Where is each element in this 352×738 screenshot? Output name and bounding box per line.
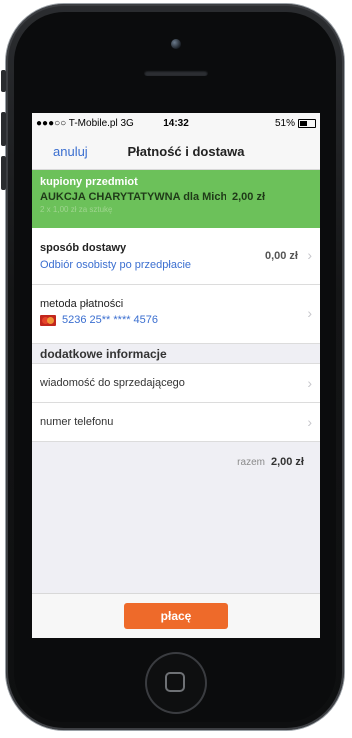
purchased-item-name: AUKCJA CHARYTATYWNA dla Michałk... [40, 191, 226, 203]
earpiece-speaker [144, 70, 208, 76]
message-to-seller-label: wiadomość do sprzedającego [40, 377, 185, 389]
shipping-price: 0,00 zł [264, 250, 298, 262]
front-camera [171, 39, 181, 49]
payment-method-row[interactable]: metoda płatności 5236 25** **** 4576 › [32, 285, 320, 344]
mastercard-icon [40, 314, 56, 326]
chevron-right-icon: › [307, 305, 312, 321]
phone-number-label: numer telefonu [40, 416, 114, 428]
chevron-right-icon: › [307, 375, 312, 391]
volume-down-button [1, 156, 6, 190]
volume-up-button [1, 112, 6, 146]
purchased-quantity-note: 2 x 1,00 zł za sztukę [40, 205, 113, 214]
purchased-item-section: kupiony przedmiot AUKCJA CHARYTATYWNA dl… [32, 170, 320, 228]
message-to-seller-row[interactable]: wiadomość do sprzedającego › [32, 364, 320, 403]
pay-button[interactable]: płacę [124, 603, 228, 629]
battery-percent: 51% [274, 117, 295, 129]
chevron-right-icon: › [307, 414, 312, 430]
screen: ●●●○○ T-Mobile.pl 3G 14:32 51% anuluj Pł… [32, 113, 320, 638]
navigation-bar: anuluj Płatność i dostawa [32, 133, 320, 170]
home-square-icon [165, 672, 185, 692]
card-number: 5236 25** **** 4576 [62, 314, 159, 326]
home-button[interactable] [145, 652, 207, 714]
total-label: razem [237, 456, 265, 468]
shipping-method-row[interactable]: sposób dostawy Odbiór osobisty po przedp… [32, 228, 320, 285]
additional-info-header: dodatkowe informacje [32, 344, 320, 364]
battery-fill [300, 120, 307, 126]
payment-label: metoda płatności [40, 298, 124, 310]
purchased-item-price: 2,00 zł [232, 191, 266, 203]
battery-icon [298, 118, 316, 128]
cancel-button[interactable]: anuluj [32, 144, 88, 159]
total-row: razem 2,00 zł [32, 442, 320, 482]
mute-switch [1, 70, 6, 92]
bottom-toolbar: płacę [32, 593, 320, 638]
status-bar: ●●●○○ T-Mobile.pl 3G 14:32 51% [32, 113, 320, 133]
purchased-item-label: kupiony przedmiot [40, 176, 138, 188]
carrier-label: ●●●○○ T-Mobile.pl 3G [36, 117, 134, 129]
phone-number-row[interactable]: numer telefonu › [32, 403, 320, 442]
chevron-right-icon: › [307, 247, 312, 263]
total-value: 2,00 zł [270, 456, 304, 468]
